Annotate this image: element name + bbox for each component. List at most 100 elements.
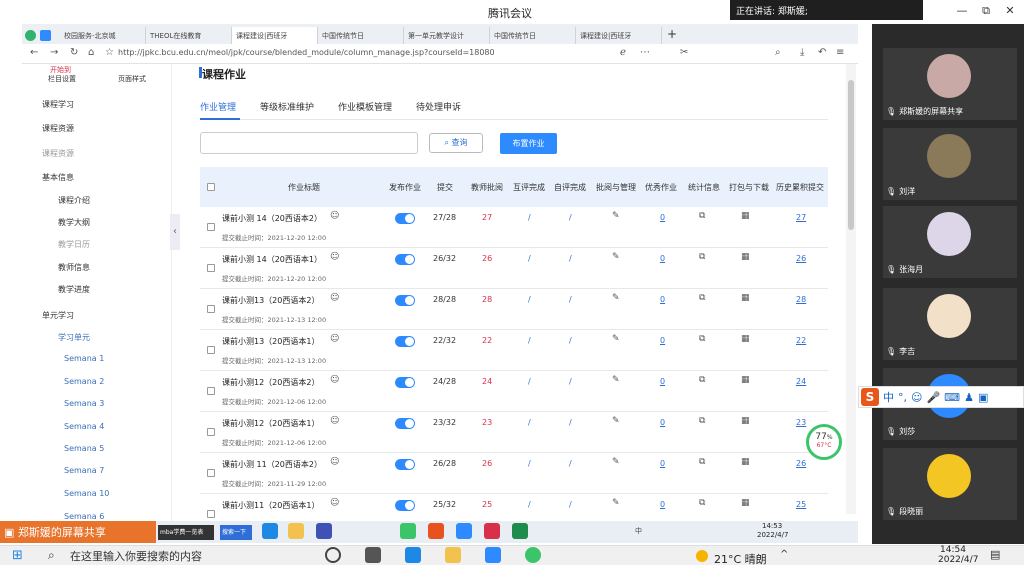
search-tool-icon[interactable]: ⌕	[775, 47, 781, 58]
history-count[interactable]: 22	[796, 336, 806, 345]
scrollbar-thumb[interactable]	[848, 80, 854, 230]
publish-toggle[interactable]	[395, 336, 415, 347]
explorer-icon[interactable]	[445, 547, 461, 563]
submit-count[interactable]: 23/32	[433, 418, 456, 427]
windows-start-icon[interactable]: ⊞	[12, 548, 23, 563]
row-checkbox[interactable]	[207, 305, 215, 313]
page-style-link[interactable]: 页面样式	[118, 74, 146, 84]
cortana-icon[interactable]	[325, 547, 341, 563]
skin-icon[interactable]: ▣	[978, 391, 988, 404]
sidebar-item-semana[interactable]: Semana 7	[64, 466, 104, 475]
sidebar-item-calendar[interactable]: 教学日历	[58, 239, 90, 250]
user-icon[interactable]: ♟	[964, 391, 974, 404]
publish-toggle[interactable]	[395, 254, 415, 265]
submit-count[interactable]: 28/28	[433, 295, 456, 304]
excellent-count[interactable]: 0	[660, 377, 665, 386]
submit-count[interactable]: 25/32	[433, 500, 456, 509]
row-checkbox[interactable]	[207, 387, 215, 395]
browser-tab[interactable]: 中国传统节日	[490, 27, 576, 44]
excellent-count[interactable]: 0	[660, 254, 665, 263]
sidebar-item-course-study[interactable]: 课程学习	[42, 99, 74, 110]
download-icon[interactable]: ▦	[741, 498, 750, 508]
grade-manage-icon[interactable]: ✎	[612, 375, 620, 385]
grade-manage-icon[interactable]: ✎	[612, 334, 620, 344]
ime-toolbar[interactable]: S 中 °, ☺ 🎤 ⌨ ♟ ▣	[858, 386, 1024, 408]
maximize-button[interactable]: ⧉	[976, 4, 996, 18]
grade-manage-icon[interactable]: ✎	[612, 293, 620, 303]
history-count[interactable]: 26	[796, 459, 806, 468]
excellent-count[interactable]: 0	[660, 459, 665, 468]
undo-icon[interactable]: ↶	[818, 47, 826, 58]
download-icon[interactable]: ▦	[741, 252, 750, 262]
history-count[interactable]: 27	[796, 213, 806, 222]
sidebar-item-syllabus[interactable]: 教学大纲	[58, 217, 90, 228]
download-icon[interactable]: ⤓	[800, 47, 804, 58]
submit-count[interactable]: 22/32	[433, 336, 456, 345]
home-icon[interactable]: ⌂	[88, 47, 94, 58]
search-input[interactable]	[200, 132, 418, 154]
history-count[interactable]: 28	[796, 295, 806, 304]
reload-icon[interactable]: ↻	[70, 47, 78, 58]
statistics-icon[interactable]: ⧉	[699, 375, 705, 385]
menu-icon[interactable]: ≡	[836, 47, 844, 58]
download-icon[interactable]: ▦	[741, 334, 750, 344]
participant-tile[interactable]: 🎙 李吉	[883, 288, 1017, 360]
inner-task-item[interactable]: mba学费一览表	[158, 525, 214, 540]
submit-count[interactable]: 24/28	[433, 377, 456, 386]
history-count[interactable]: 25	[796, 500, 806, 509]
participant-tile[interactable]: 🎙 段晓丽	[883, 448, 1017, 520]
history-count[interactable]: 24	[796, 377, 806, 386]
sidebar-item-unit-study[interactable]: 单元学习	[42, 310, 74, 321]
grade-manage-icon[interactable]: ✎	[612, 252, 620, 262]
publish-toggle[interactable]	[395, 213, 415, 224]
punctuation-icon[interactable]: °,	[898, 391, 907, 404]
excellent-count[interactable]: 0	[660, 213, 665, 222]
row-checkbox[interactable]	[207, 223, 215, 231]
homework-title[interactable]: 课前小测 11（20西语本2）	[222, 459, 322, 470]
browser-tab[interactable]: 中国传统节日	[318, 27, 404, 44]
excellent-count[interactable]: 0	[660, 418, 665, 427]
inner-lang[interactable]: 中	[635, 526, 642, 536]
edge-taskbar-icon[interactable]	[405, 547, 421, 563]
submit-count[interactable]: 27/28	[433, 213, 456, 222]
sidebar-item-basic-info[interactable]: 基本信息	[42, 172, 74, 183]
inner-search-item[interactable]: 搜索一下	[220, 525, 252, 540]
tray-chevron-icon[interactable]: ^	[780, 549, 788, 560]
excel-icon[interactable]	[512, 523, 528, 539]
url-input[interactable]: http://jpkc.bcu.edu.cn/meol/jpk/course/b…	[118, 48, 598, 57]
homework-title[interactable]: 课前小测 14（20西语本2）	[222, 213, 322, 224]
notification-icon[interactable]: ▤	[990, 548, 1000, 561]
publish-toggle[interactable]	[395, 459, 415, 470]
browser-tab[interactable]: 第一单元教学设计	[404, 27, 490, 44]
wps-icon[interactable]	[484, 523, 500, 539]
participant-tile[interactable]: 🎙 刘洋	[883, 128, 1017, 200]
homework-title[interactable]: 课前小测11（20西语本1）	[222, 500, 319, 511]
task-view-icon[interactable]	[365, 547, 381, 563]
sidebar-item-semana[interactable]: Semana 5	[64, 444, 104, 453]
statistics-icon[interactable]: ⧉	[699, 211, 705, 221]
row-checkbox[interactable]	[207, 346, 215, 354]
meeting-taskbar-icon[interactable]	[485, 547, 501, 563]
browser-tab-active[interactable]: 课程建设|西班牙	[232, 27, 318, 44]
statistics-icon[interactable]: ⧉	[699, 334, 705, 344]
publish-toggle[interactable]	[395, 377, 415, 388]
statistics-icon[interactable]: ⧉	[699, 416, 705, 426]
history-count[interactable]: 23	[796, 418, 806, 427]
grade-manage-icon[interactable]: ✎	[612, 211, 620, 221]
sidebar-item-semana[interactable]: Semana 10	[64, 489, 109, 498]
download-icon[interactable]: ▦	[741, 375, 750, 385]
download-icon[interactable]: ▦	[741, 211, 750, 221]
sidebar-item-learning-unit[interactable]: 学习单元	[58, 332, 90, 343]
edge-icon[interactable]	[262, 523, 278, 539]
excellent-count[interactable]: 0	[660, 336, 665, 345]
history-count[interactable]: 26	[796, 254, 806, 263]
assign-homework-button[interactable]: 布置作业	[500, 133, 557, 154]
sidebar-item-semana[interactable]: Semana 3	[64, 399, 104, 408]
mic-icon[interactable]: 🎤	[926, 391, 940, 404]
new-tab-button[interactable]: +	[662, 27, 682, 44]
submit-count[interactable]: 26/28	[433, 459, 456, 468]
grade-manage-icon[interactable]: ✎	[612, 416, 620, 426]
office-icon[interactable]	[428, 523, 444, 539]
back-icon[interactable]: ←	[30, 47, 38, 58]
statistics-icon[interactable]: ⧉	[699, 498, 705, 508]
